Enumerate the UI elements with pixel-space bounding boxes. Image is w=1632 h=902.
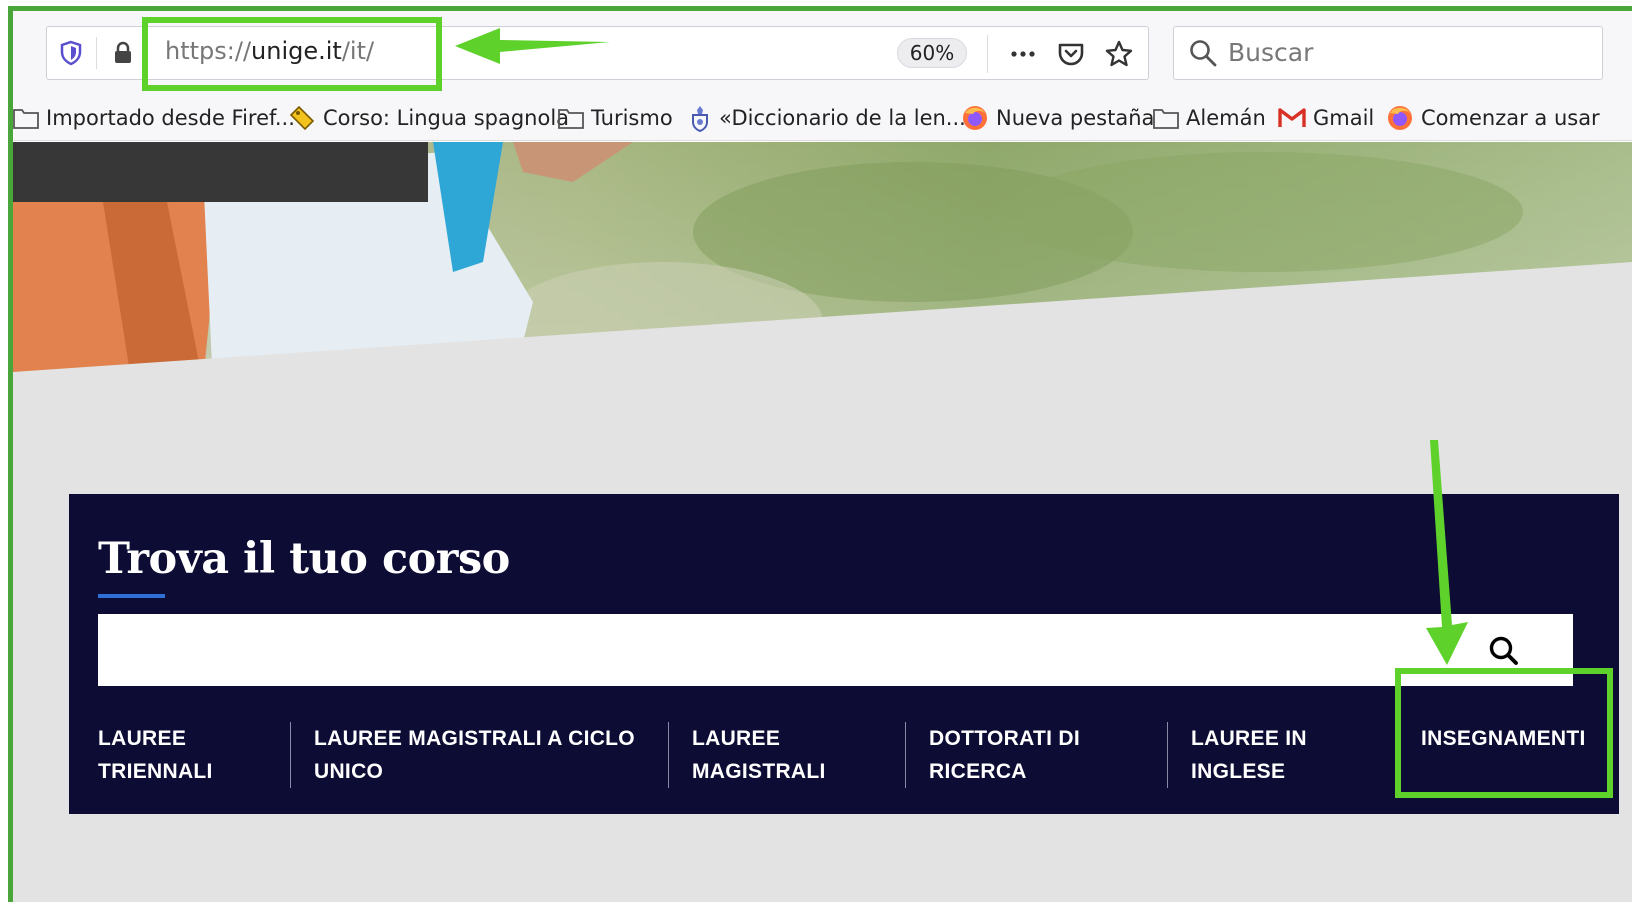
bookmark-item[interactable]: Alemán bbox=[1153, 101, 1266, 135]
bookmark-label: «Diccionario de la len... bbox=[719, 106, 966, 130]
bookmark-item[interactable]: Nueva pestaña bbox=[961, 101, 1154, 135]
firefox-icon bbox=[1388, 106, 1412, 130]
category-label: TRIENNALI bbox=[98, 760, 213, 783]
bookmark-label: Importado desde Firef... bbox=[46, 106, 295, 130]
category-lauree-in-inglese[interactable]: LAUREE IN INGLESE bbox=[1191, 722, 1307, 788]
bookmark-item[interactable]: Turismo bbox=[558, 101, 673, 135]
category-lauree-magistrali[interactable]: LAUREE MAGISTRALI bbox=[692, 722, 826, 788]
category-label: LAUREE MAGISTRALI A CICLO bbox=[314, 727, 635, 750]
bookmark-item[interactable]: Gmail bbox=[1278, 101, 1374, 135]
crest-icon bbox=[692, 106, 708, 132]
bookmark-label: Corso: Lingua spagnola bbox=[323, 106, 570, 130]
firefox-icon bbox=[963, 106, 987, 130]
category-label: INGLESE bbox=[1191, 760, 1286, 783]
category-lauree-magistrali-ciclo-unico[interactable]: LAUREE MAGISTRALI A CICLO UNICO bbox=[314, 722, 635, 788]
category-lauree-triennali[interactable]: LAUREE TRIENNALI bbox=[98, 722, 213, 788]
category-label: DOTTORATI DI bbox=[929, 727, 1080, 750]
folder-icon bbox=[558, 109, 584, 129]
bookmark-label: Gmail bbox=[1313, 106, 1375, 130]
gmail-icon bbox=[1278, 108, 1306, 127]
bookmarks-bar: Importado desde Firef... Corso: Lingua s… bbox=[13, 95, 1632, 141]
search-icon bbox=[1190, 40, 1217, 67]
tracking-shield-icon[interactable] bbox=[57, 39, 85, 67]
bookmark-item[interactable]: «Diccionario de la len... bbox=[688, 101, 966, 135]
category-divider bbox=[905, 722, 906, 788]
annotation-url-highlight bbox=[142, 17, 442, 91]
url-divider bbox=[96, 37, 97, 69]
panel-title: Trova il tuo corso bbox=[98, 534, 510, 584]
hero-image bbox=[13, 142, 1632, 502]
folder-icon bbox=[1153, 109, 1179, 129]
course-search-input[interactable] bbox=[98, 614, 1573, 686]
browser-search-bar[interactable]: Buscar bbox=[1173, 26, 1603, 80]
category-label: UNICO bbox=[314, 760, 384, 783]
more-actions-icon[interactable] bbox=[1007, 38, 1039, 70]
bookmark-label: Turismo bbox=[591, 106, 673, 130]
lock-icon[interactable] bbox=[109, 39, 137, 67]
category-label: MAGISTRALI bbox=[692, 760, 826, 783]
bookmark-label: Alemán bbox=[1186, 106, 1266, 130]
bookmark-star-icon[interactable] bbox=[1103, 38, 1135, 70]
bookmark-item[interactable]: Corso: Lingua spagnola bbox=[288, 101, 569, 135]
bookmark-item[interactable]: Comenzar a usar bbox=[1386, 101, 1600, 135]
bookmark-item[interactable]: Importado desde Firef... bbox=[13, 101, 295, 135]
title-underline bbox=[98, 594, 165, 598]
pocket-icon[interactable] bbox=[1055, 38, 1087, 70]
category-divider bbox=[668, 722, 669, 788]
toolbar-separator bbox=[987, 35, 988, 73]
category-divider bbox=[290, 722, 291, 788]
category-label: LAUREE bbox=[98, 727, 187, 750]
category-dottorati-di-ricerca[interactable]: DOTTORATI DI RICERCA bbox=[929, 722, 1080, 788]
search-placeholder: Buscar bbox=[1228, 38, 1314, 67]
annotation-insegnamenti-highlight bbox=[1395, 668, 1613, 798]
page-content: Trova il tuo corso LAUREE TRIENNALI LAUR… bbox=[13, 142, 1632, 902]
bookmark-label: Comenzar a usar bbox=[1421, 106, 1600, 130]
tag-icon bbox=[289, 105, 315, 131]
folder-icon bbox=[13, 109, 39, 129]
search-icon[interactable] bbox=[1487, 634, 1519, 666]
course-finder-panel: Trova il tuo corso LAUREE TRIENNALI LAUR… bbox=[69, 494, 1619, 814]
zoom-indicator[interactable]: 60% bbox=[897, 38, 967, 68]
category-label: LAUREE bbox=[692, 727, 781, 750]
category-label: RICERCA bbox=[929, 760, 1027, 783]
category-divider bbox=[1167, 722, 1168, 788]
bookmark-label: Nueva pestaña bbox=[996, 106, 1155, 130]
category-label: LAUREE IN bbox=[1191, 727, 1307, 750]
